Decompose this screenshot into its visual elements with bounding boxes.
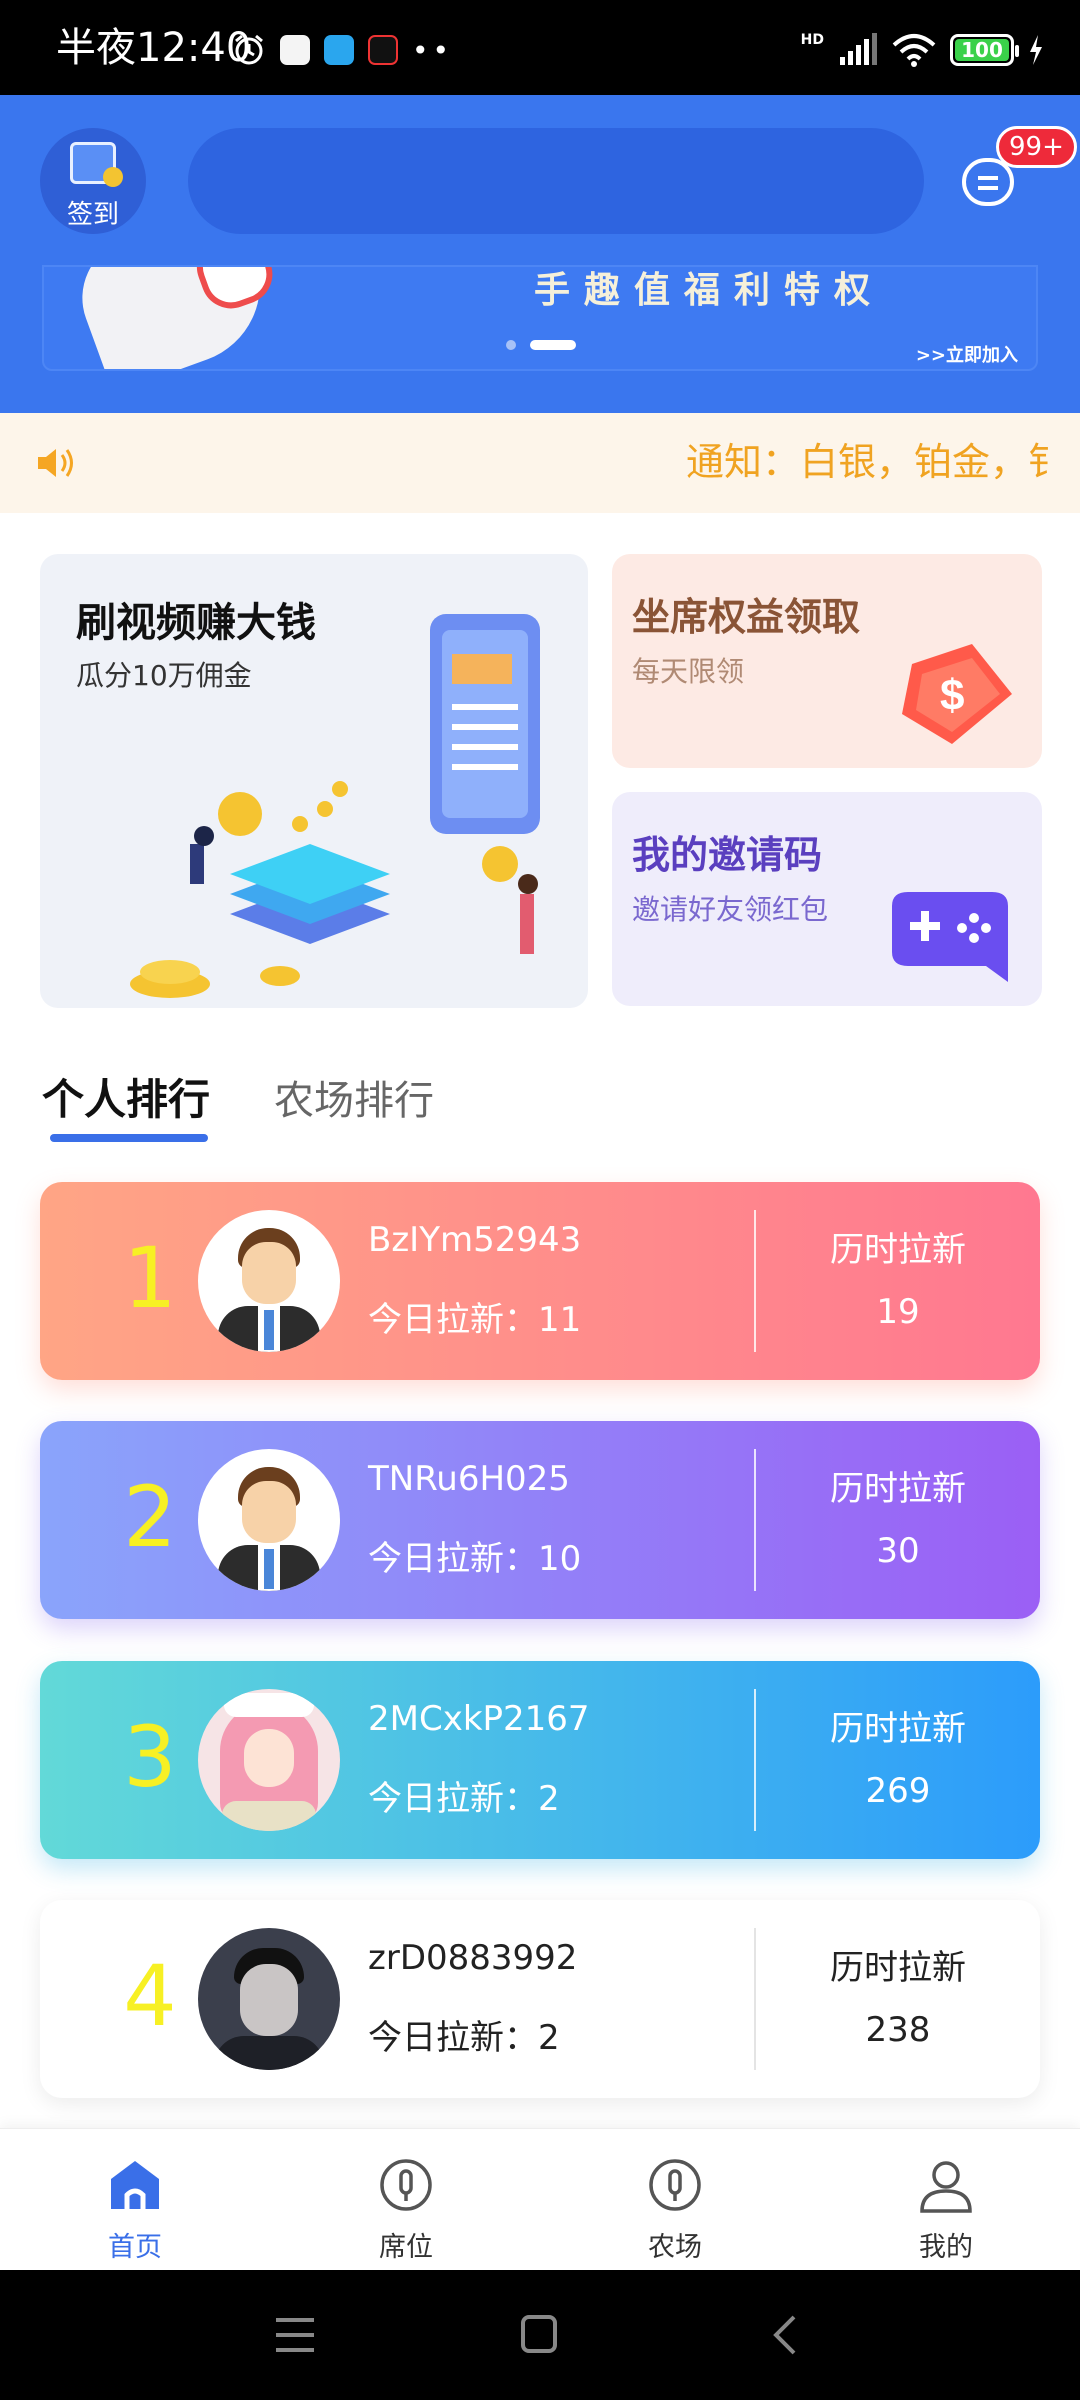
nav-seat[interactable]: 席位 (326, 2129, 486, 2271)
menu-icon[interactable] (274, 2316, 316, 2354)
nav-farm-label: 农场 (648, 2232, 702, 2263)
bottom-nav: 首页 席位 农场 我的 (0, 2128, 1080, 2270)
alarm-icon (235, 34, 263, 65)
rank-number: 3 (123, 1708, 177, 1806)
ranking-today-new: 今日拉新：10 (368, 1539, 582, 1579)
home-button-icon[interactable] (520, 2314, 558, 2354)
signal-icon (840, 33, 877, 65)
promo-banner[interactable]: 手趣值福利特权 >>立即加入 (42, 265, 1038, 371)
history-new-value: 19 (876, 1292, 920, 1332)
banner-text: 手趣值福利特权 (534, 270, 885, 311)
more-notifications-icon: •• (412, 33, 454, 67)
message-badge: 99+ (996, 126, 1077, 168)
nav-farm[interactable]: 农场 (595, 2129, 755, 2271)
status-notification-icons: •• (232, 30, 453, 70)
ranking-username: 2MCxkP2167 (368, 1699, 590, 1739)
seat-icon (380, 2159, 432, 2211)
invite-card-title: 我的邀请码 (632, 833, 823, 877)
nav-seat-label: 席位 (379, 2232, 433, 2263)
charging-icon (1030, 35, 1042, 65)
ranking-row[interactable]: 1 BzIYm52943 今日拉新：11 历时拉新 19 (40, 1182, 1040, 1380)
nav-home[interactable]: 首页 (55, 2129, 215, 2271)
speaker-icon (38, 449, 73, 477)
nav-home-label: 首页 (108, 2232, 162, 2263)
avatar (198, 1928, 340, 2070)
dollar-tag-icon: $ (902, 644, 1012, 744)
status-system-icons: HD 100 (801, 30, 1044, 70)
avatar (198, 1449, 340, 1591)
tiktok-app-icon (368, 35, 398, 65)
wifi-icon (892, 34, 936, 67)
ranking-row[interactable]: 3 2MCxkP2167 今日拉新：2 历时拉新 269 (40, 1661, 1040, 1859)
history-new-label: 历时拉新 (830, 1469, 966, 1509)
coins-phone-illustration (130, 614, 540, 998)
ranking-today-new: 今日拉新：2 (368, 1779, 560, 1819)
nav-profile-label: 我的 (919, 2232, 973, 2263)
ranking-username: BzIYm52943 (368, 1220, 582, 1260)
banner-join-link[interactable]: >>立即加入 (916, 341, 1018, 367)
calendar-icon (70, 142, 123, 187)
battery-level: 100 (955, 39, 1009, 61)
status-time: 半夜12:40 (56, 25, 252, 71)
gallery-app-icon (280, 35, 310, 65)
nav-profile[interactable]: 我的 (866, 2129, 1026, 2271)
history-new-value: 238 (865, 2010, 931, 2050)
rank-number: 2 (123, 1468, 177, 1566)
search-input[interactable] (188, 128, 924, 234)
invite-card-subtitle: 邀请好友领红包 (632, 893, 829, 926)
home-icon (111, 2161, 159, 2209)
ranking-row[interactable]: 4 zrD0883992 今日拉新：2 历时拉新 238 (40, 1900, 1040, 2098)
tab-active-indicator (50, 1134, 208, 1142)
avatar (198, 1689, 340, 1831)
back-icon[interactable] (770, 2314, 798, 2356)
history-new-label: 历时拉新 (830, 1709, 966, 1749)
gamepad-icon (892, 892, 1008, 982)
history-new-label: 历时拉新 (830, 1230, 966, 1270)
tab-farm-ranking[interactable]: 农场排行 (274, 1068, 434, 1126)
history-new-value: 30 (876, 1531, 920, 1571)
invite-code-card[interactable]: 我的邀请码 邀请好友领红包 (612, 792, 1042, 1006)
tab-personal-ranking[interactable]: 个人排行 (42, 1066, 210, 1127)
seat-benefit-card[interactable]: 坐席权益领取 每天限领 $ (612, 554, 1042, 768)
ranking-today-new: 今日拉新：2 (368, 2018, 560, 2058)
svg-text:$: $ (940, 671, 964, 720)
ranking-username: TNRu6H025 (368, 1459, 570, 1499)
ranking-username: zrD0883992 (368, 1938, 578, 1978)
signin-button[interactable]: 签到 (40, 128, 146, 234)
battery-icon: 100 (950, 34, 1019, 66)
farm-icon (649, 2159, 701, 2211)
history-new-label: 历时拉新 (830, 1948, 966, 1988)
benefit-card-title: 坐席权益领取 (632, 595, 861, 639)
carousel-dot-active[interactable] (530, 340, 576, 350)
carousel-dot[interactable] (506, 340, 516, 350)
avatar (198, 1210, 340, 1352)
benefit-card-subtitle: 每天限领 (632, 655, 745, 688)
signin-label: 签到 (66, 200, 119, 230)
rank-number: 1 (123, 1229, 177, 1327)
rank-number: 4 (123, 1947, 177, 2045)
network-type: HD (800, 32, 824, 48)
user-icon (920, 2161, 972, 2213)
rocket-illustration (65, 267, 283, 369)
ranking-today-new: 今日拉新：11 (368, 1300, 582, 1340)
notice-bar[interactable]: 通知：白银，铂金，钅 (0, 413, 1080, 513)
video-earn-card[interactable]: 刷视频赚大钱 瓜分10万佣金 (40, 554, 588, 1008)
cloud-app-icon (324, 35, 354, 65)
status-bar: 半夜12:40 •• HD 100 (0, 0, 1080, 95)
ranking-row[interactable]: 2 TNRu6H025 今日拉新：10 历时拉新 30 (40, 1421, 1040, 1619)
notice-text: 通知：白银，铂金，钅 (686, 440, 1067, 484)
system-nav-bar (0, 2270, 1080, 2400)
history-new-value: 269 (865, 1771, 931, 1811)
